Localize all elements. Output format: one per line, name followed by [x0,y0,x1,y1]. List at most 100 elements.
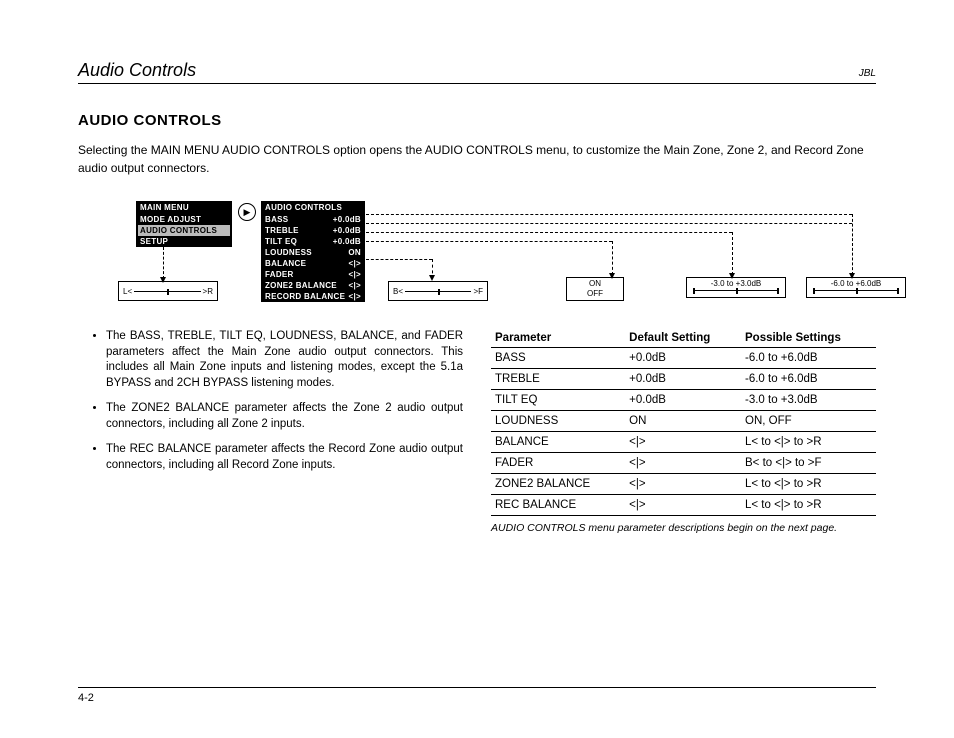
menu-row-value: <|> [349,281,361,290]
slider-track [405,291,471,292]
menu-row-value: +0.0dB [333,226,361,235]
slider-thumb-icon [167,289,169,295]
cell: LOUDNESS [491,411,625,432]
menu-row-value: +0.0dB [333,215,361,224]
main-menu-header: MAIN MENU [136,201,232,214]
cell: <|> [625,432,741,453]
menu-row-label: LOUDNESS [265,248,312,257]
menu-row-label: BASS [265,215,288,224]
menu-item: MODE ADJUST [136,214,232,225]
range-6db-box: -6.0 to +6.0dB [806,277,906,298]
onoff-on: ON [587,279,603,289]
list-item: The BASS, TREBLE, TILT EQ, LOUDNESS, BAL… [106,329,463,391]
dashed-line [366,241,612,242]
slider-left-label: B< [393,287,403,296]
balance-lr-slider: L< >R [118,281,218,301]
cell: ON [625,411,741,432]
cell: L< to <|> to >R [741,474,876,495]
menu-row: BASS +0.0dB [261,214,365,225]
range-label: -6.0 to +6.0dB [813,279,899,288]
table-column: Parameter Default Setting Possible Setti… [491,329,876,534]
slider-track [134,291,200,292]
slider-right-label: >F [473,287,483,296]
menu-row-value: <|> [349,292,361,301]
dashed-line [612,241,613,275]
table-row: BASS+0.0dB-6.0 to +6.0dB [491,348,876,369]
cell: <|> [625,453,741,474]
menu-row-label: BALANCE [265,259,306,268]
cell: -6.0 to +6.0dB [741,369,876,390]
cell: +0.0dB [625,390,741,411]
menu-item-selected: AUDIO CONTROLS [138,225,230,236]
table-row: TREBLE+0.0dB-6.0 to +6.0dB [491,369,876,390]
table-footnote: AUDIO CONTROLS menu parameter descriptio… [491,522,876,534]
menu-item-label: SETUP [140,237,168,246]
table-row: REC BALANCE<|>L< to <|> to >R [491,495,876,516]
cell: -6.0 to +6.0dB [741,348,876,369]
page-footer: 4-2 [78,687,876,704]
menu-row-value: ON [348,248,361,257]
table-row: FADER<|>B< to <|> to >F [491,453,876,474]
menu-row-label: TREBLE [265,226,299,235]
fader-bf-slider: B< >F [388,281,488,301]
menu-row-label: ZONE2 BALANCE [265,281,337,290]
slider-left-label: L< [123,287,132,296]
section-heading: AUDIO CONTROLS [78,112,876,129]
slider-thumb-icon [438,289,440,295]
cell: FADER [491,453,625,474]
dashed-line [732,232,733,275]
tick-icon [693,288,695,294]
table-row: TILT EQ+0.0dB-3.0 to +3.0dB [491,390,876,411]
parameter-table: Parameter Default Setting Possible Setti… [491,329,876,516]
cell: L< to <|> to >R [741,495,876,516]
menu-row: ZONE2 BALANCE <|> [261,280,365,291]
header-title: Audio Controls [78,60,196,81]
range-track [693,290,779,295]
intro-paragraph: Selecting the MAIN MENU AUDIO CONTROLS o… [78,141,876,177]
cell: B< to <|> to >F [741,453,876,474]
table-header-row: Parameter Default Setting Possible Setti… [491,329,876,348]
range-label: -3.0 to +3.0dB [693,279,779,288]
bullet-column: The BASS, TREBLE, TILT EQ, LOUDNESS, BAL… [78,329,463,534]
header-brand: JBL [859,68,876,79]
table-row: ZONE2 BALANCE<|>L< to <|> to >R [491,474,876,495]
cell: BALANCE [491,432,625,453]
cell: BASS [491,348,625,369]
main-menu-box: MAIN MENU MODE ADJUST AUDIO CONTROLS SET… [136,201,232,247]
menu-row-value: <|> [349,270,361,279]
audio-menu-header: AUDIO CONTROLS [261,201,365,214]
menu-row-value: +0.0dB [333,237,361,246]
menu-row: TILT EQ+0.0dB [261,236,365,247]
cell: ON, OFF [741,411,876,432]
cell: TILT EQ [491,390,625,411]
cell: +0.0dB [625,348,741,369]
audio-controls-menu-box: AUDIO CONTROLS BASS +0.0dB TREBLE +0.0dB T… [261,201,365,302]
onoff-box: ON OFF [566,277,624,301]
page-header: Audio Controls JBL [78,60,876,84]
tick-icon [736,288,738,294]
slider-right-label: >R [203,287,213,296]
range-track [813,290,899,295]
cell: L< to <|> to >R [741,432,876,453]
table-body: BASS+0.0dB-6.0 to +6.0dB TREBLE+0.0dB-6.… [491,348,876,516]
cell: REC BALANCE [491,495,625,516]
menu-row-value: <|> [349,259,361,268]
menu-item-label: MODE ADJUST [140,215,201,224]
dashed-line [366,232,732,233]
page: Audio Controls JBL AUDIO CONTROLS Select… [0,0,954,738]
cell: <|> [625,474,741,495]
bullet-list: The BASS, TREBLE, TILT EQ, LOUDNESS, BAL… [78,329,463,473]
content-columns: The BASS, TREBLE, TILT EQ, LOUDNESS, BAL… [78,329,876,534]
dashed-line [366,223,852,224]
dashed-line [366,214,852,215]
th-possible: Possible Settings [741,329,876,348]
cell: -3.0 to +3.0dB [741,390,876,411]
range-3db-box: -3.0 to +3.0dB [686,277,786,298]
list-item: The REC BALANCE parameter affects the Re… [106,442,463,473]
dashed-line [366,259,432,260]
menu-row: FADER<|> [261,269,365,280]
menu-row: RECORD BALANCE <|> [261,291,365,302]
menu-item: SETUP [136,236,232,247]
th-parameter: Parameter [491,329,625,348]
menu-row-label: RECORD BALANCE [265,292,345,301]
